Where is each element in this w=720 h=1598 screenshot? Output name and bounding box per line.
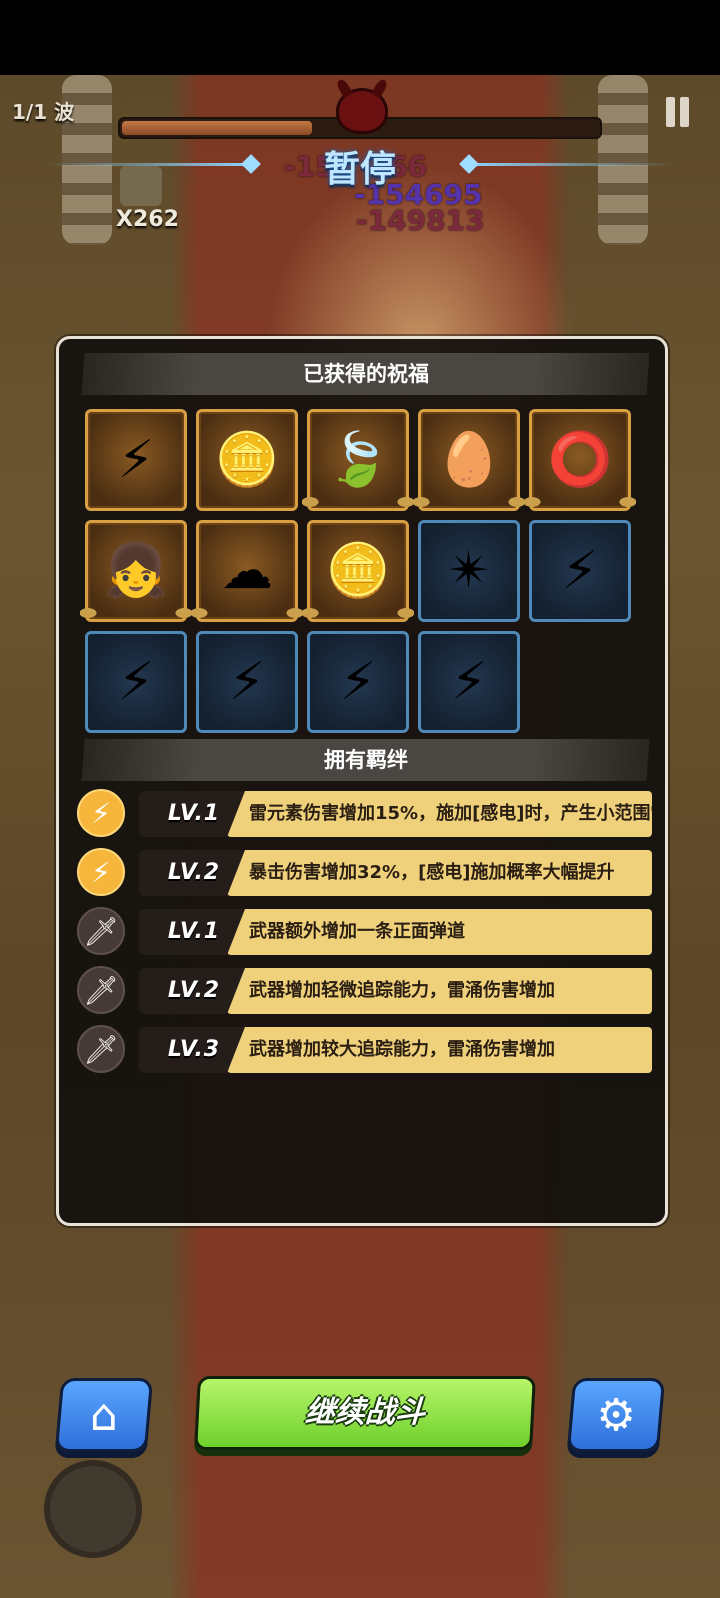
bond-row: ⚡ LV.2 暴击伤害增加32%，[感电]施加概率大幅提升 — [77, 848, 652, 898]
electric-mask-icon: ⚡ — [117, 430, 155, 490]
blessing-tile[interactable]: 🪙 — [302, 520, 414, 625]
laurel-decoration — [524, 492, 636, 514]
bond-description: 暴击伤害增加32%，[感电]施加概率大幅提升 — [227, 850, 652, 896]
title-divider-right — [470, 163, 675, 166]
sword-icon: 🗡 — [77, 966, 125, 1014]
blessing-tile[interactable]: ⚡ — [85, 631, 187, 733]
bonds-header: 拥有羁绊 — [81, 739, 650, 781]
bond-description: 武器额外增加一条正面弹道 — [227, 909, 652, 955]
blessing-tile[interactable]: ⭕ — [524, 409, 636, 514]
bond-row: 🗡 LV.3 武器增加较大追踪能力，雷涌伤害增加 — [77, 1025, 652, 1075]
laurel-decoration — [302, 492, 414, 514]
bond-row: 🗡 LV.2 武器增加轻微追踪能力，雷涌伤害增加 — [77, 966, 652, 1016]
bond-row: ⚡ LV.1 雷元素伤害增加15%，施加[感电]时，产生小范围雷球 — [77, 789, 652, 839]
blessing-tile[interactable]: 🍃 — [302, 409, 414, 514]
home-button[interactable]: ⌂ — [54, 1378, 154, 1452]
laurel-decoration — [413, 492, 525, 514]
blessing-tile[interactable]: 👧 — [80, 520, 192, 625]
blessing-tile[interactable]: 🪙 — [196, 409, 298, 511]
sword-icon: 🗡 — [77, 1025, 125, 1073]
pause-panel: 已获得的祝福 ⚡ 🪙 🍃 🥚 ⭕ 👧 ☁ 🪙 ✴ ⚡ ⚡ ⚡ ⚡ ⚡ 拥有羁绊 ⚡ LV.1 雷元素伤害增加1… — [56, 336, 668, 1226]
blessing-tile[interactable]: ⚡ — [307, 631, 409, 733]
continue-battle-button[interactable]: 继续战斗 — [194, 1376, 536, 1450]
gear-icon: ⚙ — [596, 1389, 636, 1441]
blessing-tile[interactable]: ⚡ — [196, 631, 298, 733]
laurel-decoration — [302, 603, 414, 625]
blessing-tile[interactable]: 🥚 — [413, 409, 525, 514]
blessing-tile[interactable]: ⚡ — [529, 520, 631, 622]
blessing-tile[interactable]: ✴ — [418, 520, 520, 622]
settings-button[interactable]: ⚙ — [566, 1378, 666, 1452]
yellow-lightning-icon: ⚡ — [117, 652, 155, 712]
damage-number: -149813 — [356, 204, 485, 237]
bond-row: 🗡 LV.1 武器额外增加一条正面弹道 — [77, 907, 652, 957]
laurel-decoration — [191, 603, 303, 625]
gold-bars-lightning-icon: 🪙 — [214, 430, 280, 490]
blessings-header: 已获得的祝福 — [81, 353, 650, 395]
laurel-decoration — [80, 603, 192, 625]
blessing-tile[interactable]: ⚡ — [418, 631, 520, 733]
right-pillar — [598, 75, 648, 245]
boss-health-fill — [122, 121, 312, 135]
enemy-counter: X262 — [116, 207, 179, 232]
bond-description: 武器增加轻微追踪能力，雷涌伤害增加 — [227, 968, 652, 1014]
pause-title: 暂停 — [323, 149, 396, 190]
green-lightning-icon: ⚡ — [561, 541, 599, 601]
wave-counter: 1/1 波 — [12, 100, 75, 124]
home-icon: ⌂ — [90, 1389, 118, 1441]
blessing-tile[interactable]: ⚡ — [85, 409, 187, 511]
status-bar — [0, 0, 720, 75]
boss-demon-icon — [336, 88, 388, 134]
skill-button[interactable] — [44, 1460, 142, 1558]
lightning-icon: ⚡ — [77, 789, 125, 837]
pause-button[interactable] — [664, 97, 692, 129]
skull-arrows-icon: ✴ — [447, 541, 491, 601]
blessing-tile[interactable]: ☁ — [191, 520, 303, 625]
blue-lightning-icon: ⚡ — [450, 652, 488, 712]
bond-description: 雷元素伤害增加15%，施加[感电]时，产生小范围雷球 — [227, 791, 652, 837]
bond-description: 武器增加较大追踪能力，雷涌伤害增加 — [227, 1027, 652, 1073]
red-lightning-icon: ⚡ — [228, 652, 266, 712]
lightning-icon: ⚡ — [77, 848, 125, 896]
sword-icon: 🗡 — [77, 907, 125, 955]
enemy-counter-icon — [120, 166, 162, 206]
purple-lightning-icon: ⚡ — [339, 652, 377, 712]
